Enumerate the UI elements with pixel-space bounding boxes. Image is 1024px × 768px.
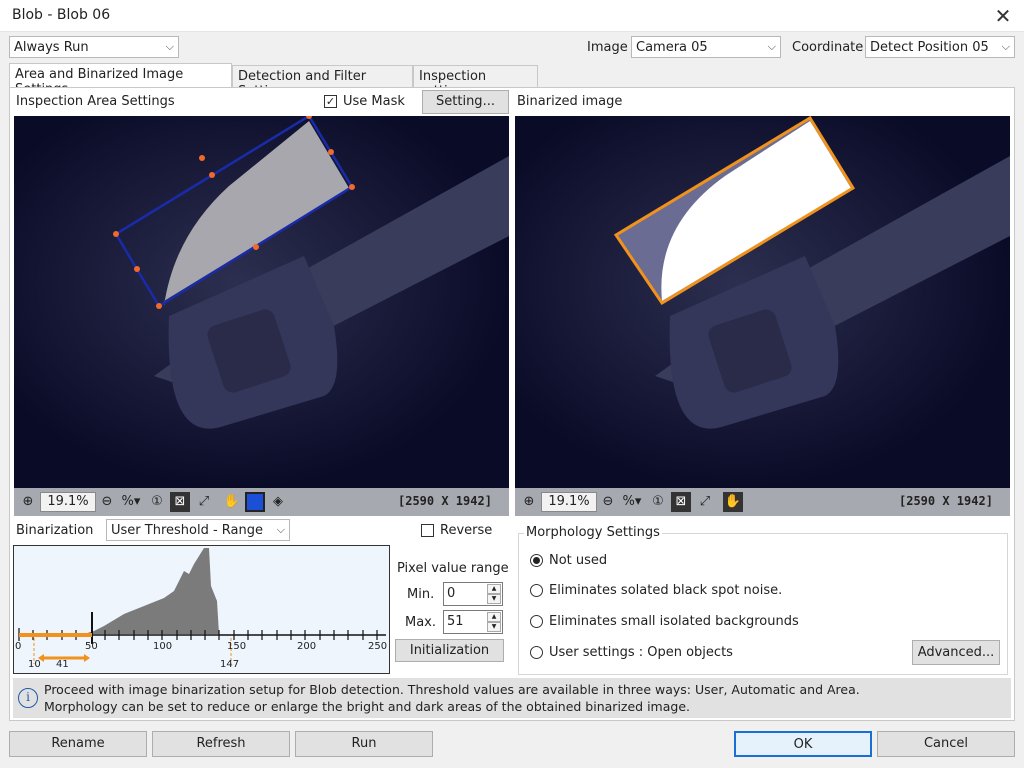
title-bar: Blob - Blob 06 ✕: [0, 0, 1024, 32]
window-title: Blob - Blob 06: [12, 7, 111, 23]
image-select[interactable]: Camera 05 ⌵: [631, 36, 781, 58]
zoom-in-icon[interactable]: ⊕: [519, 492, 539, 512]
inspection-area-title: Inspection Area Settings: [16, 94, 175, 109]
hist-marker-41: 41: [56, 659, 69, 670]
morph-option-label: Eliminates solated black spot noise.: [549, 583, 783, 598]
hand-pan-icon[interactable]: ✋: [723, 492, 743, 512]
coordinate-select[interactable]: Detect Position 05 ⌵: [865, 36, 1015, 58]
stepper-down-icon[interactable]: ▼: [487, 622, 501, 632]
binarized-image-canvas: [515, 116, 1010, 488]
use-mask-label: Use Mask: [343, 94, 405, 109]
info-icon: i: [18, 688, 38, 708]
histogram[interactable]: 0 50 100 150 200 250 10 41 147: [13, 545, 390, 674]
inspection-image-canvas: [14, 116, 509, 488]
info-bar: i Proceed with image binarization setup …: [13, 678, 1011, 718]
right-image-toolbar: ⊕ 19.1% ⊖ %▾ ① ⊠ ⤢ ✋ [2590 X 1942]: [515, 488, 1010, 516]
actual-size-icon[interactable]: ①: [147, 492, 167, 512]
zoom-out-icon[interactable]: ⊖: [598, 492, 618, 512]
chevron-down-icon: ⌵: [165, 40, 174, 53]
morph-option-not-used[interactable]: [530, 554, 543, 567]
stepper-up-icon[interactable]: ▲: [487, 584, 501, 594]
run-mode-select[interactable]: Always Run ⌵: [9, 36, 179, 58]
binarization-mode-select[interactable]: User Threshold - Range ⌵: [106, 519, 290, 541]
hist-tick-250: 250: [368, 641, 388, 652]
hist-tick-0: 0: [15, 641, 22, 652]
hist-marker-147: 147: [220, 659, 240, 670]
advanced-button[interactable]: Advanced...: [912, 640, 1000, 665]
morph-option-small-backgrounds[interactable]: [530, 615, 543, 628]
image-label: Image: [587, 40, 628, 55]
zoom-out-icon[interactable]: ⊖: [97, 492, 117, 512]
chevron-down-icon: ⌵: [276, 523, 285, 536]
left-resolution: [2590 X 1942]: [398, 494, 492, 508]
binarization-label: Binarization: [16, 523, 94, 538]
right-zoom-value[interactable]: 19.1%: [541, 492, 597, 512]
zoom-in-icon[interactable]: ⊕: [18, 492, 38, 512]
tab-area-binarized[interactable]: Area and Binarized Image Settings: [9, 63, 232, 97]
zoom-percent-icon[interactable]: %▾: [118, 492, 144, 512]
chevron-down-icon: ⌵: [767, 40, 776, 53]
tab-detection-filter[interactable]: Detection and Filter Settings: [232, 65, 413, 99]
expand-icon[interactable]: ⤢: [194, 492, 214, 512]
hand-pan-icon[interactable]: ✋: [222, 492, 242, 512]
zoom-percent-icon[interactable]: %▾: [619, 492, 645, 512]
max-value-stepper[interactable]: 51 ▲ ▼: [443, 610, 503, 634]
roi-color-icon[interactable]: [245, 492, 265, 512]
hist-tick-150: 150: [227, 641, 247, 652]
binarized-image-title: Binarized image: [517, 94, 623, 109]
pixel-range-label: Pixel value range: [397, 561, 509, 576]
coordinate-label: Coordinate: [792, 40, 864, 55]
info-line-1: Proceed with image binarization setup fo…: [44, 682, 860, 697]
expand-icon[interactable]: ⤢: [695, 492, 715, 512]
stepper-down-icon[interactable]: ▼: [487, 594, 501, 604]
cancel-button[interactable]: Cancel: [877, 731, 1015, 757]
rotate-roi-icon[interactable]: ◈: [268, 492, 288, 512]
fit-image-icon[interactable]: ⊠: [170, 492, 190, 512]
inspection-image[interactable]: [14, 116, 509, 488]
morph-option-label: Not used: [549, 553, 608, 568]
left-image-toolbar: ⊕ 19.1% ⊖ %▾ ① ⊠ ⤢ ✋ ◈ [2590 X 1942]: [14, 488, 509, 516]
histogram-canvas: [18, 548, 386, 664]
binarized-image[interactable]: [515, 116, 1010, 488]
rename-button[interactable]: Rename: [9, 731, 147, 757]
initialization-button[interactable]: Initialization: [395, 639, 504, 662]
refresh-button[interactable]: Refresh: [152, 731, 290, 757]
ok-button[interactable]: OK: [734, 731, 872, 757]
run-button[interactable]: Run: [295, 731, 433, 757]
chevron-down-icon: ⌵: [1001, 40, 1010, 53]
right-resolution: [2590 X 1942]: [899, 494, 993, 508]
hist-tick-200: 200: [297, 641, 317, 652]
stepper-up-icon[interactable]: ▲: [487, 612, 501, 622]
left-zoom-value[interactable]: 19.1%: [40, 492, 96, 512]
close-icon[interactable]: ✕: [990, 3, 1016, 29]
hist-tick-100: 100: [153, 641, 173, 652]
use-mask-checkbox[interactable]: ✓: [324, 95, 337, 108]
morph-option-label: User settings : Open objects: [549, 645, 733, 660]
mask-setting-button[interactable]: Setting...: [422, 90, 509, 114]
info-line-2: Morphology can be set to reduce or enlar…: [44, 699, 690, 714]
hist-marker-10: 10: [28, 659, 41, 670]
min-value-stepper[interactable]: 0 ▲ ▼: [443, 582, 503, 606]
actual-size-icon[interactable]: ①: [648, 492, 668, 512]
fit-image-icon[interactable]: ⊠: [671, 492, 691, 512]
morph-option-user-settings[interactable]: [530, 646, 543, 659]
tab-inspection-settings[interactable]: Inspection settings: [413, 65, 538, 99]
hist-tick-50: 50: [85, 641, 98, 652]
min-label: Min.: [407, 587, 435, 602]
reverse-label: Reverse: [440, 523, 493, 538]
reverse-checkbox[interactable]: [421, 524, 434, 537]
max-label: Max.: [405, 615, 437, 630]
morph-option-black-spot[interactable]: [530, 584, 543, 597]
morph-option-label: Eliminates small isolated backgrounds: [549, 614, 799, 629]
morphology-title: Morphology Settings: [524, 525, 662, 540]
